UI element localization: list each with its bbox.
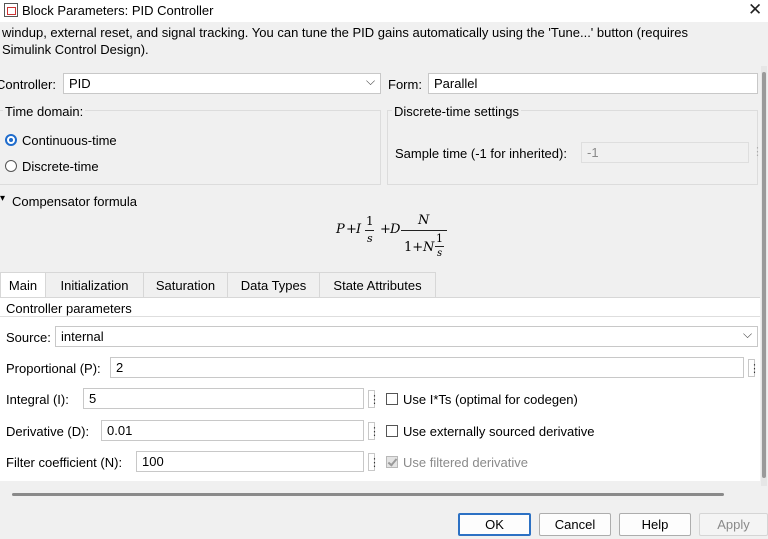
- compensator-formula: P + I 1 s + D N 1+ N 1 s: [330, 210, 460, 265]
- more-options-icon: ⋮: [752, 146, 763, 158]
- use-its-checkbox[interactable]: [386, 393, 398, 405]
- horizontal-scrollbar[interactable]: [12, 493, 724, 496]
- controller-label: Controller:: [0, 77, 56, 92]
- simulink-block-icon: [4, 3, 18, 17]
- tab-main[interactable]: Main: [0, 272, 46, 298]
- more-options-icon[interactable]: ⋮: [748, 359, 760, 377]
- tab-state-attributes[interactable]: State Attributes: [320, 272, 436, 298]
- filter-coefficient-input[interactable]: 100: [136, 451, 364, 472]
- filter-coefficient-label: Filter coefficient (N):: [6, 455, 123, 470]
- cancel-button[interactable]: Cancel: [539, 513, 611, 536]
- time-domain-label: Time domain:: [3, 104, 86, 119]
- tab-saturation[interactable]: Saturation: [144, 272, 228, 298]
- more-options-icon[interactable]: ⋮: [368, 422, 380, 440]
- source-value: internal: [61, 329, 104, 344]
- form-value: Parallel: [434, 76, 478, 91]
- collapse-triangle-icon[interactable]: ▾: [0, 193, 5, 204]
- scrollbar-thumb[interactable]: [762, 72, 766, 478]
- fraction-bar-main: [401, 230, 447, 231]
- help-button[interactable]: Help: [619, 513, 691, 536]
- formula-one-a: 1: [366, 214, 374, 228]
- derivative-label: Derivative (D):: [6, 424, 90, 439]
- continuous-time-label[interactable]: Continuous-time: [22, 133, 117, 148]
- formula-p: P: [336, 222, 345, 237]
- integral-label: Integral (I):: [6, 392, 69, 407]
- proportional-label: Proportional (P):: [6, 361, 101, 376]
- controller-value: PID: [69, 76, 91, 91]
- more-options-icon[interactable]: ⋮: [368, 453, 380, 471]
- source-label: Source:: [6, 330, 51, 345]
- source-dropdown[interactable]: internal: [55, 326, 758, 347]
- derivative-value: 0.01: [107, 423, 133, 438]
- integral-value: 5: [89, 391, 97, 406]
- controller-parameters-label: Controller parameters: [6, 301, 135, 316]
- formula-n-num: N: [418, 213, 430, 228]
- use-filtered-derivative-label: Use filtered derivative: [403, 455, 528, 470]
- derivative-input[interactable]: 0.01: [101, 420, 364, 441]
- form-dropdown[interactable]: Parallel: [428, 73, 758, 94]
- formula-s-a: s: [367, 232, 373, 245]
- fraction-bar: [365, 230, 374, 231]
- tab-initialization[interactable]: Initialization: [46, 272, 144, 298]
- sample-time-input: -1: [581, 142, 749, 163]
- formula-one-b: 1: [436, 232, 443, 245]
- filter-coefficient-value: 100: [142, 454, 164, 469]
- use-filtered-derivative-checkbox: [386, 456, 398, 468]
- proportional-input[interactable]: 2: [110, 357, 744, 378]
- compensator-formula-label[interactable]: Compensator formula: [12, 194, 137, 209]
- discrete-settings-label: Discrete-time settings: [392, 104, 521, 119]
- formula-n-den: N: [423, 240, 435, 255]
- apply-button[interactable]: Apply: [699, 513, 768, 536]
- ok-button[interactable]: OK: [458, 513, 531, 536]
- chevron-down-icon[interactable]: ⌵: [743, 327, 752, 342]
- sample-time-label: Sample time (-1 for inherited):: [395, 146, 567, 161]
- formula-s-b: s: [437, 248, 443, 259]
- fraction-bar-small: [435, 246, 444, 247]
- formula-d: D: [390, 222, 401, 237]
- form-label: Form:: [388, 77, 422, 92]
- continuous-time-radio[interactable]: [5, 134, 17, 146]
- discrete-time-label[interactable]: Discrete-time: [22, 159, 99, 174]
- tab-data-types[interactable]: Data Types: [228, 272, 320, 298]
- section-divider: [0, 316, 760, 317]
- block-description: windup, external reset, and signal track…: [2, 25, 688, 57]
- use-external-derivative-checkbox[interactable]: [386, 425, 398, 437]
- close-icon[interactable]: ✕: [748, 0, 762, 20]
- window-title: Block Parameters: PID Controller: [22, 3, 214, 18]
- chevron-down-icon[interactable]: ⌵: [366, 74, 375, 89]
- sample-time-value: -1: [587, 145, 599, 160]
- controller-dropdown[interactable]: PID: [63, 73, 381, 94]
- use-its-label[interactable]: Use I*Ts (optimal for codegen): [403, 392, 578, 407]
- use-external-derivative-label[interactable]: Use externally sourced derivative: [403, 424, 594, 439]
- proportional-value: 2: [116, 360, 124, 375]
- more-options-icon[interactable]: ⋮: [368, 390, 380, 408]
- formula-one-plus: 1+: [404, 240, 424, 255]
- integral-input[interactable]: 5: [83, 388, 364, 409]
- formula-i: I: [356, 222, 362, 237]
- vertical-scrollbar[interactable]: [761, 66, 768, 486]
- discrete-time-radio[interactable]: [5, 160, 17, 172]
